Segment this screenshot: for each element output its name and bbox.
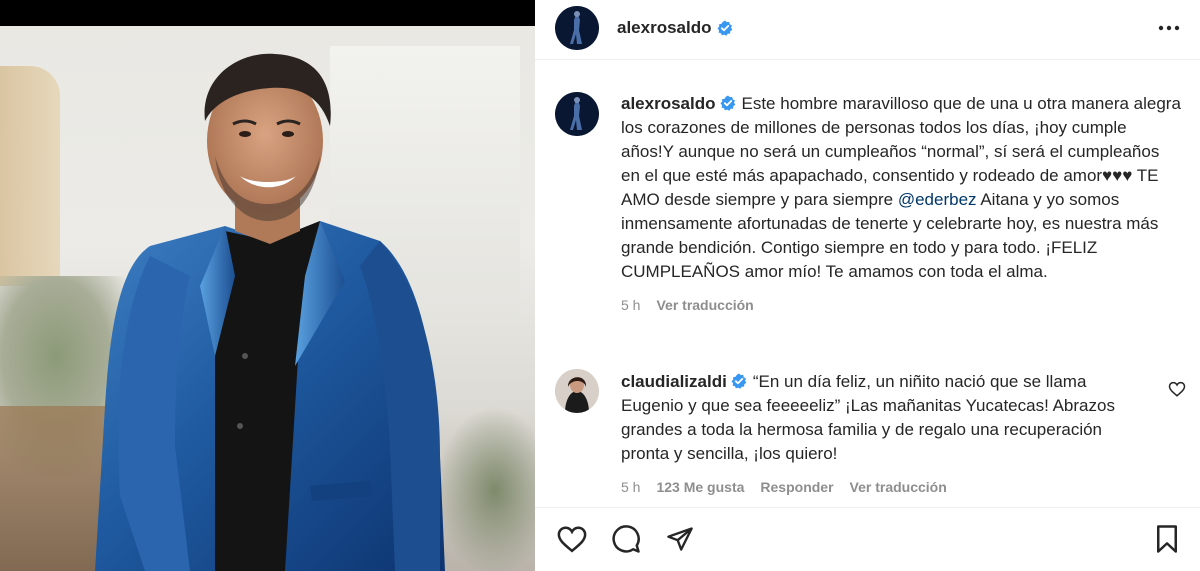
paper-plane-icon	[667, 527, 693, 551]
more-options-button[interactable]	[1154, 14, 1184, 42]
photo-person-illustration	[95, 53, 445, 571]
comment-bubble-icon	[612, 525, 640, 553]
caption-verified-badge-icon	[720, 95, 735, 111]
verified-badge-icon	[717, 20, 732, 36]
post-author-username[interactable]: alexrosaldo	[617, 18, 712, 38]
comment-translate-link[interactable]: Ver traducción	[850, 475, 947, 499]
post-action-bar	[535, 507, 1200, 571]
heart-outline-icon	[1168, 381, 1186, 397]
caption-timestamp[interactable]: 5 h	[621, 293, 640, 317]
caption-meta: 5 h Ver traducción	[621, 293, 1181, 317]
author-avatar-image	[555, 6, 599, 50]
more-options-icon	[1158, 25, 1180, 31]
post-caption: alexrosaldo Este hombre maravilloso que …	[621, 92, 1181, 317]
commenter-verified-badge-icon	[731, 373, 747, 389]
comment-button[interactable]	[609, 522, 643, 556]
caption-body: alexrosaldo Este hombre maravilloso que …	[621, 92, 1181, 284]
share-button[interactable]	[663, 522, 697, 556]
comment-timestamp[interactable]: 5 h	[621, 475, 640, 499]
comment-likes-count[interactable]: 123 Me gusta	[656, 475, 744, 499]
post-photo[interactable]	[0, 26, 535, 571]
post-details-panel: alexrosaldo alexrosaldo Este hombre mara…	[535, 0, 1200, 571]
author-avatar[interactable]	[555, 6, 599, 50]
caption-translate-link[interactable]: Ver traducción	[656, 293, 753, 317]
caption-author-avatar-image	[555, 92, 599, 136]
commenter-username[interactable]: claudializaldi	[621, 372, 727, 391]
save-button[interactable]	[1150, 522, 1184, 556]
commenter-avatar[interactable]	[555, 369, 599, 413]
comment-meta: 5 h 123 Me gusta Responder Ver traducció…	[621, 475, 1151, 499]
commenter-avatar-image	[555, 369, 599, 413]
comment-like-button[interactable]	[1168, 380, 1186, 398]
media-top-bar	[0, 0, 535, 26]
comment-reply-button[interactable]: Responder	[760, 475, 833, 499]
caption-author-avatar[interactable]	[555, 92, 599, 136]
caption-mention-link[interactable]: @ederbez	[898, 190, 977, 209]
post-author-block: alexrosaldo	[617, 18, 733, 38]
post-header: alexrosaldo	[535, 0, 1200, 60]
bookmark-icon	[1157, 525, 1177, 553]
heart-icon	[557, 526, 587, 553]
comment-body: claudializaldi “En un día feliz, un niñi…	[621, 370, 1151, 466]
like-button[interactable]	[555, 522, 589, 556]
comment-item: claudializaldi “En un día feliz, un niñi…	[621, 370, 1151, 499]
caption-author-username[interactable]: alexrosaldo	[621, 94, 716, 113]
post-media-panel	[0, 0, 535, 571]
